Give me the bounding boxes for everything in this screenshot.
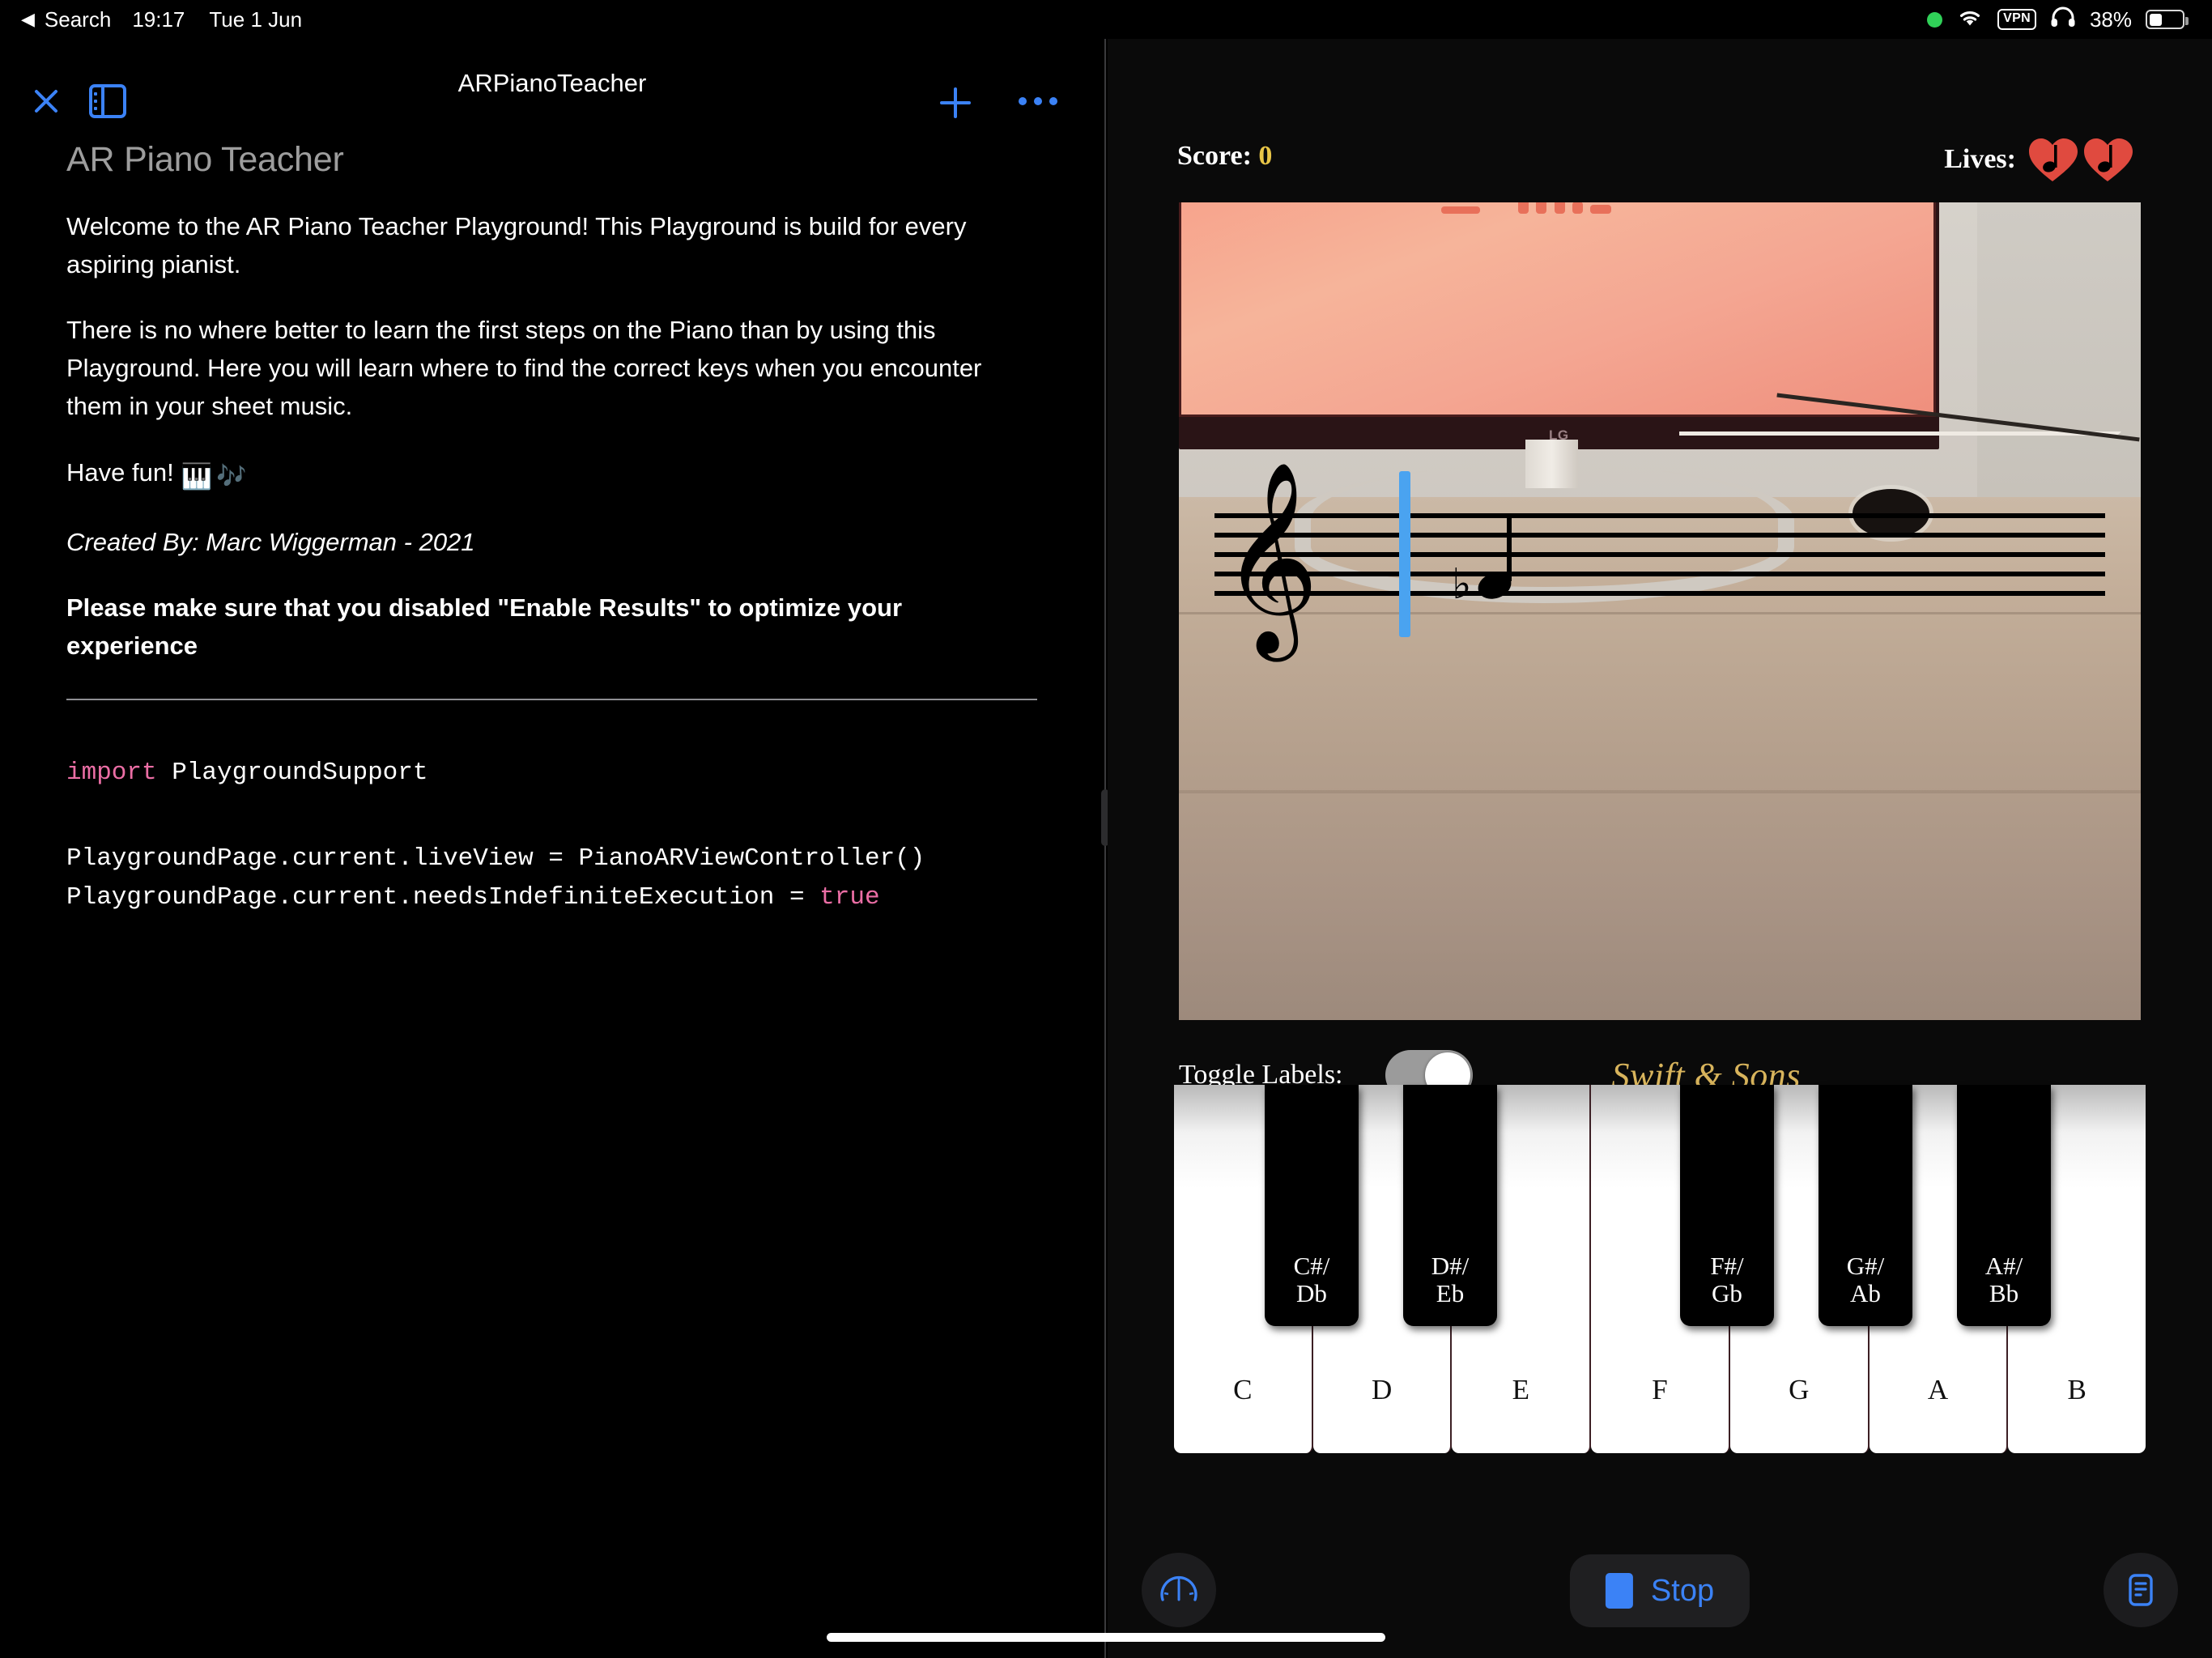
code-line-1: import PlaygroundSupport bbox=[66, 754, 1038, 793]
battery-icon bbox=[2146, 10, 2189, 29]
stop-button-label: Stop bbox=[1650, 1573, 1715, 1608]
home-indicator[interactable] bbox=[827, 1633, 1385, 1642]
black-key-C-sharp[interactable]: C#/Db bbox=[1265, 1085, 1359, 1326]
monitor-screen bbox=[1179, 202, 1936, 418]
score-label: Score: bbox=[1177, 141, 1252, 171]
status-date: Tue 1 Jun bbox=[209, 6, 303, 32]
report-button[interactable] bbox=[2104, 1553, 2178, 1627]
speedometer-icon bbox=[1160, 1575, 1197, 1601]
vpn-badge: VPN bbox=[1997, 9, 2036, 30]
playhead-bar bbox=[1399, 470, 1410, 637]
screen-scribble bbox=[1437, 202, 1663, 214]
back-to-search-label[interactable]: Search bbox=[45, 7, 111, 32]
black-key-label: G#/Ab bbox=[1846, 1251, 1885, 1308]
page-title: ARPianoTeacher bbox=[457, 69, 647, 97]
white-key-label: A bbox=[1927, 1374, 1949, 1405]
doc-paragraph-1: Welcome to the AR Piano Teacher Playgrou… bbox=[66, 212, 967, 279]
black-key-label: F#/Gb bbox=[1710, 1251, 1744, 1308]
code-block[interactable]: import PlaygroundSupport PlaygroundPage.… bbox=[66, 754, 1038, 917]
lives-label: Lives: bbox=[1944, 144, 2016, 174]
lives-hearts bbox=[2027, 136, 2133, 183]
ar-camera-view[interactable]: LG 𝄞 ♭ bbox=[1179, 202, 2141, 1020]
back-to-search-arrow-icon[interactable]: ◀ bbox=[21, 11, 35, 28]
status-bar: ◀ Search 19:17 Tue 1 Jun VPN 38% bbox=[0, 0, 2212, 39]
black-key-A-sharp[interactable]: A#/Bb bbox=[1957, 1085, 2051, 1326]
doc-heading: AR Piano Teacher bbox=[66, 140, 344, 179]
black-key-label: A#/Bb bbox=[1984, 1251, 2023, 1308]
black-key-D-sharp[interactable]: D#/Eb bbox=[1403, 1085, 1497, 1326]
status-time: 19:17 bbox=[132, 6, 185, 32]
black-key-G-sharp[interactable]: G#/Ab bbox=[1819, 1085, 1912, 1326]
black-key-F-sharp[interactable]: F#/Gb bbox=[1680, 1085, 1774, 1326]
status-bar-right: VPN 38% bbox=[1927, 6, 2189, 33]
code-import-module: PlaygroundSupport bbox=[156, 758, 428, 787]
status-bar-left: ◀ Search 19:17 Tue 1 Jun bbox=[21, 7, 302, 32]
battery-percentage: 38% bbox=[2089, 6, 2132, 32]
doc-paragraph-2: There is no where better to learn the fi… bbox=[66, 316, 982, 421]
wifi-icon bbox=[1956, 6, 1984, 33]
white-key-label: D bbox=[1371, 1374, 1393, 1405]
editor-toolbar: ARPianoTeacher bbox=[0, 39, 1104, 128]
score-value: 0 bbox=[1258, 141, 1273, 171]
score-display: Score: 0 bbox=[1177, 141, 1272, 172]
code-keyword-true: true bbox=[819, 883, 880, 912]
white-key-label: C bbox=[1233, 1374, 1253, 1405]
doc-divider bbox=[66, 698, 1037, 700]
piano-emoji-icon: 🎹 bbox=[181, 461, 213, 491]
white-key-label: G bbox=[1789, 1374, 1810, 1405]
white-key-label: E bbox=[1512, 1374, 1529, 1405]
playground-editor-pane: ARPianoTeacher AR Piano Teacher Welcome … bbox=[0, 39, 1104, 1658]
game-hud: Score: 0 Lives: bbox=[1108, 128, 2212, 201]
stop-button[interactable]: Stop bbox=[1569, 1554, 1750, 1627]
split-divider bbox=[1104, 39, 1106, 1658]
code-keyword-import: import bbox=[66, 758, 157, 787]
playground-document: AR Piano Teacher Welcome to the AR Piano… bbox=[0, 140, 1104, 917]
doc-notice: Please make sure that you disabled "Enab… bbox=[66, 593, 903, 660]
ar-music-staff: 𝄞 ♭ bbox=[1214, 470, 2105, 640]
white-key-label: F bbox=[1652, 1374, 1668, 1405]
black-key-label: C#/Db bbox=[1293, 1251, 1330, 1308]
music-note: ♭ bbox=[1452, 512, 1516, 606]
doc-have-fun-line: Have fun! 🎹 🎶 bbox=[66, 453, 1038, 495]
document-report-icon bbox=[2129, 1574, 2153, 1606]
monitor: LG bbox=[1179, 202, 1939, 450]
note-stem bbox=[1507, 512, 1512, 581]
privacy-indicator-icon bbox=[1927, 11, 1943, 28]
more-options-icon[interactable] bbox=[1019, 97, 1057, 105]
treble-clef-icon: 𝄞 bbox=[1221, 460, 1320, 653]
flat-accidental-icon: ♭ bbox=[1452, 559, 1472, 609]
plus-icon[interactable] bbox=[940, 87, 971, 118]
code-line-2: PlaygroundPage.current.liveView = PianoA… bbox=[66, 844, 925, 874]
heart-life-icon-1 bbox=[2029, 138, 2078, 181]
black-key-label: D#/Eb bbox=[1431, 1251, 1470, 1308]
headphones-icon bbox=[2050, 6, 2076, 33]
lives-display: Lives: bbox=[1944, 136, 2133, 183]
music-notes-emoji-icon: 🎶 bbox=[216, 462, 247, 490]
doc-have-fun-text: Have fun! bbox=[66, 457, 174, 487]
speedometer-button[interactable] bbox=[1142, 1553, 1216, 1627]
heart-life-icon-2 bbox=[2084, 138, 2133, 181]
code-line-3-prefix: PlaygroundPage.current.needsIndefiniteEx… bbox=[66, 883, 820, 912]
stop-square-icon bbox=[1605, 1573, 1633, 1609]
doc-credit: Created By: Marc Wiggerman - 2021 bbox=[66, 527, 475, 556]
ipad-screen: ◀ Search 19:17 Tue 1 Jun VPN 38% ARPiano… bbox=[0, 0, 2212, 1658]
code-line-3: PlaygroundPage.current.needsIndefiniteEx… bbox=[66, 878, 1038, 917]
piano-keyboard: C D E F G A B C#/Db D#/Eb F#/Gb G#/Ab A#… bbox=[1174, 1085, 2146, 1453]
white-key-label: B bbox=[2067, 1374, 2087, 1405]
